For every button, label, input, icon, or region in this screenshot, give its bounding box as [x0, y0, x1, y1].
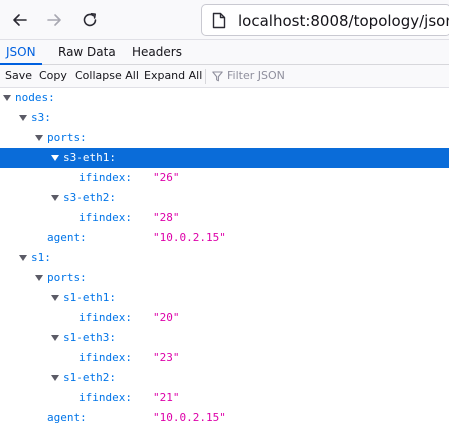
json-value: "20"	[153, 311, 180, 324]
json-key: ifindex:	[79, 171, 132, 184]
json-key: s3-eth2:	[63, 191, 116, 204]
expand-toggle-icon[interactable]	[51, 155, 59, 161]
json-key: s1-eth1:	[63, 291, 116, 304]
tree-row-s3-eth2-ifindex[interactable]: ifindex: "28"	[0, 208, 449, 228]
json-value: "28"	[153, 211, 180, 224]
toolbar-divider	[205, 69, 206, 84]
collapse-all-button[interactable]: Collapse All	[75, 69, 139, 82]
arrow-right-icon	[47, 14, 61, 26]
expand-toggle-icon[interactable]	[51, 295, 59, 301]
json-key: ports:	[47, 131, 87, 144]
json-key: s1:	[31, 251, 51, 264]
expand-toggle-icon[interactable]	[3, 95, 11, 101]
tree-row-s1-eth2-ifindex[interactable]: ifindex: "21"	[0, 388, 449, 408]
json-value: "23"	[153, 351, 180, 364]
json-tree: nodes: s3: ports: s3-eth1: ifindex: "26"…	[0, 88, 449, 435]
tree-row-s1-eth3-ifindex[interactable]: ifindex: "23"	[0, 348, 449, 368]
tab-json[interactable]: JSON	[0, 40, 42, 65]
expand-all-button[interactable]: Expand All	[144, 69, 202, 82]
json-value: "21"	[153, 391, 180, 404]
tree-row-s3-ports[interactable]: ports:	[0, 128, 449, 148]
json-key: nodes:	[15, 91, 55, 104]
url-text: localhost:8008/topology/json	[238, 12, 449, 30]
copy-button[interactable]: Copy	[39, 69, 67, 82]
tree-row-nodes[interactable]: nodes:	[0, 88, 449, 108]
tree-row-s1-agent[interactable]: agent: "10.0.2.15"	[0, 408, 449, 428]
expand-toggle-icon[interactable]	[19, 115, 27, 121]
json-key: ifindex:	[79, 311, 132, 324]
json-toolbar: Save Copy Collapse All Expand All Filter…	[0, 65, 449, 88]
json-key: agent:	[47, 231, 87, 244]
tree-row-s1-eth2[interactable]: s1-eth2:	[0, 368, 449, 388]
expand-toggle-icon[interactable]	[51, 375, 59, 381]
page-icon	[212, 12, 226, 29]
expand-toggle-icon[interactable]	[51, 195, 59, 201]
json-key: agent:	[47, 411, 87, 424]
json-key: s1-eth3:	[63, 331, 116, 344]
json-key: s3-eth1:	[63, 151, 116, 164]
arrow-left-icon	[13, 14, 27, 26]
json-value: "26"	[153, 171, 180, 184]
json-value: "10.0.2.15"	[153, 231, 226, 244]
viewer-tabs: JSON Raw Data Headers	[0, 40, 449, 65]
json-key: ports:	[47, 271, 87, 284]
expand-toggle-icon[interactable]	[35, 135, 43, 141]
save-button[interactable]: Save	[5, 69, 32, 82]
forward-button[interactable]	[40, 6, 68, 34]
tree-row-s1-eth1-ifindex[interactable]: ifindex: "20"	[0, 308, 449, 328]
json-key: ifindex:	[79, 211, 132, 224]
back-button[interactable]	[6, 6, 34, 34]
tab-headers[interactable]: Headers	[132, 40, 182, 64]
reload-button[interactable]	[76, 6, 104, 34]
json-key: ifindex:	[79, 351, 132, 364]
tree-row-s3-agent[interactable]: agent: "10.0.2.15"	[0, 228, 449, 248]
reload-icon	[83, 13, 97, 27]
expand-toggle-icon[interactable]	[35, 275, 43, 281]
expand-toggle-icon[interactable]	[51, 335, 59, 341]
tree-row-s1-ports[interactable]: ports:	[0, 268, 449, 288]
json-key: s1-eth2:	[63, 371, 116, 384]
json-key: s3:	[31, 111, 51, 124]
tree-row-s3-eth1-ifindex[interactable]: ifindex: "26"	[0, 168, 449, 188]
tree-row-s3-eth2[interactable]: s3-eth2:	[0, 188, 449, 208]
filter-input[interactable]: Filter JSON	[227, 69, 285, 82]
tree-row-s3[interactable]: s3:	[0, 108, 449, 128]
tab-raw-data[interactable]: Raw Data	[58, 40, 116, 64]
tree-row-s1-eth1[interactable]: s1-eth1:	[0, 288, 449, 308]
tree-row-s1[interactable]: s1:	[0, 248, 449, 268]
browser-navbar: localhost:8008/topology/json	[0, 0, 449, 40]
tree-row-s3-eth1[interactable]: s3-eth1:	[0, 148, 449, 168]
url-bar[interactable]: localhost:8008/topology/json	[201, 4, 449, 36]
json-value: "10.0.2.15"	[153, 411, 226, 424]
expand-toggle-icon[interactable]	[19, 255, 27, 261]
tree-row-s1-eth3[interactable]: s1-eth3:	[0, 328, 449, 348]
json-key: ifindex:	[79, 391, 132, 404]
filter-icon	[212, 71, 223, 82]
